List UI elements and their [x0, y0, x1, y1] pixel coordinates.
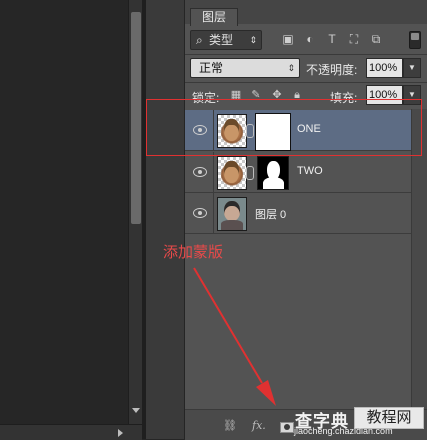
lock-label: 锁定: — [192, 91, 220, 105]
kind-filter-label: 类型 — [209, 33, 234, 47]
fx-icon[interactable]: fx. — [252, 420, 266, 432]
layer-row-one[interactable]: ONE — [185, 110, 411, 151]
annotation-note: 添加蒙版 — [163, 244, 224, 261]
face-image — [224, 119, 239, 141]
layer-list-scrollbar[interactable] — [411, 109, 427, 409]
chevron-updown-icon: ⇕ — [287, 63, 295, 73]
link-chain-icon[interactable] — [246, 124, 254, 138]
layer-name: ONE — [297, 123, 321, 135]
vertical-scrollbar[interactable] — [128, 0, 143, 424]
layer-name: TWO — [297, 165, 323, 177]
layers-panel: 图层 ⌕ 类型 ⇕ ▣ ◐ T ⛶ ⧉ 正常 ⇕ 不透明度: 100% ▼ 锁定… — [185, 0, 427, 440]
opacity-label: 不透明度: — [306, 63, 358, 77]
layer-kind-filter[interactable]: ⌕ 类型 ⇕ — [190, 30, 262, 50]
filter-row: ⌕ 类型 ⇕ ▣ ◐ T ⛶ ⧉ — [185, 27, 427, 53]
layer-mask-thumbnail[interactable] — [257, 156, 289, 190]
portrait-body — [221, 220, 243, 230]
adjustment-filter-icon[interactable]: ◐ — [303, 32, 317, 46]
blend-row: 正常 ⇕ 不透明度: 100% ▼ — [185, 56, 427, 80]
layer-thumbnail — [217, 114, 247, 148]
fill-input[interactable]: 100% — [366, 85, 403, 105]
lock-position-move-icon[interactable]: ✥ — [271, 89, 283, 101]
layer-row-layer0[interactable]: 图层 0 — [185, 193, 411, 234]
horizontal-scrollbar[interactable] — [0, 424, 142, 440]
document-canvas[interactable] — [0, 0, 128, 439]
opacity-dropdown-icon[interactable]: ▼ — [403, 58, 421, 78]
eye-icon[interactable] — [193, 167, 207, 177]
shape-filter-icon[interactable]: ⛶ — [347, 32, 361, 46]
smart-object-filter-icon[interactable]: ⧉ — [369, 32, 383, 46]
layer-row-two[interactable]: TWO — [185, 152, 411, 193]
chevron-updown-icon: ⇕ — [249, 35, 257, 45]
collapsed-panel-dock — [146, 0, 185, 439]
image-filter-icon[interactable]: ▣ — [281, 32, 295, 46]
opacity-input[interactable]: 100% — [366, 58, 403, 78]
eye-icon[interactable] — [193, 208, 207, 218]
eye-icon[interactable] — [193, 125, 207, 135]
visibility-toggle[interactable] — [185, 193, 214, 233]
type-filter-icon[interactable]: T — [325, 32, 339, 46]
scroll-thumb[interactable] — [131, 12, 141, 224]
lock-row: 锁定: ▦ ✎ ✥ 🔒︎ 填充: 100% ▼ — [185, 85, 427, 107]
watermark-url: jiaocheng.chazidian.com — [294, 426, 393, 436]
lock-all-icon[interactable]: 🔒︎ — [291, 89, 303, 101]
divider — [185, 54, 427, 55]
lock-transparency-icon[interactable]: ▦ — [230, 89, 242, 101]
layer-thumbnail — [217, 156, 247, 190]
visibility-toggle[interactable] — [185, 152, 214, 192]
add-mask-icon[interactable] — [280, 422, 294, 433]
tab-layers[interactable]: 图层 — [190, 8, 238, 26]
divider — [185, 82, 427, 83]
link-icon[interactable]: ⛓ — [223, 420, 237, 432]
scroll-right-arrow-icon[interactable] — [118, 429, 123, 437]
link-chain-icon[interactable] — [246, 166, 254, 180]
layer-name: 图层 0 — [255, 209, 287, 221]
filter-toggle[interactable] — [409, 31, 421, 49]
blend-mode-select[interactable]: 正常 ⇕ — [190, 58, 300, 78]
panel-tab-bar: 图层 — [185, 0, 427, 26]
layer-thumbnail — [217, 197, 247, 231]
mask-silhouette — [263, 177, 284, 189]
blend-mode-value: 正常 — [199, 61, 224, 75]
layer-mask-thumbnail[interactable] — [255, 113, 291, 151]
search-icon: ⌕ — [196, 33, 203, 47]
scroll-down-arrow-icon[interactable] — [132, 408, 140, 413]
face-image — [224, 161, 239, 183]
visibility-toggle[interactable] — [185, 110, 214, 150]
portrait-head — [224, 201, 240, 221]
fill-label: 填充: — [330, 91, 358, 105]
fill-dropdown-icon[interactable]: ▼ — [403, 85, 421, 105]
lock-pixels-brush-icon[interactable]: ✎ — [250, 89, 262, 101]
